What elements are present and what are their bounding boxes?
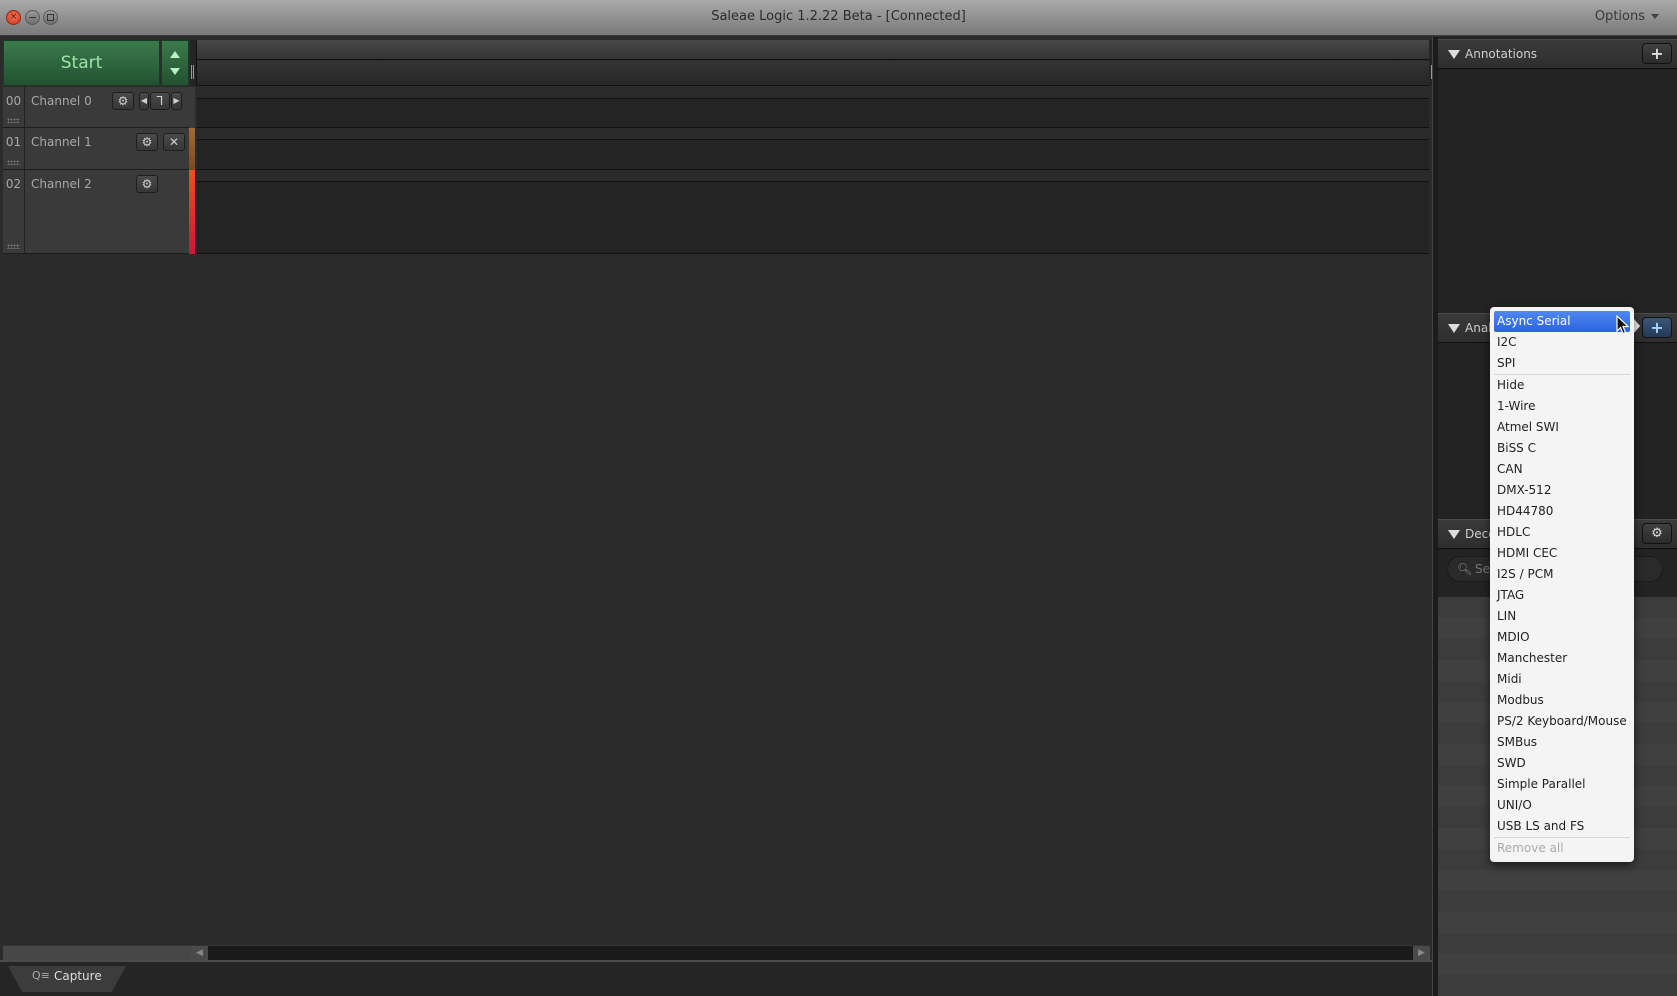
menu-pointer	[1634, 319, 1640, 333]
menu-item-hdmi-cec[interactable]: HDMI CEC	[1490, 543, 1634, 564]
scrollbar-spacer	[3, 946, 191, 961]
menu-item-remove-all: Remove all	[1497, 841, 1564, 855]
next-edge-button[interactable]: ▶	[171, 92, 182, 110]
add-analyzer-button[interactable]: +	[1642, 317, 1672, 338]
arrow-up-icon	[170, 51, 180, 58]
channel-number: 02	[3, 170, 25, 253]
menu-item-jtag[interactable]: JTAG	[1490, 585, 1634, 606]
triangle-left-icon: ◀	[196, 948, 203, 958]
analyzer-dropdown-menu: Async Serial I2C SPI Hide 1-Wire Atmel SWI…	[1490, 307, 1634, 862]
lane-header	[197, 87, 1429, 99]
remove-channel-button[interactable]: ✕	[163, 133, 185, 151]
channel-name[interactable]: Channel 1	[31, 135, 92, 149]
drag-handle-icon[interactable]	[7, 160, 20, 165]
add-annotation-button[interactable]: +	[1642, 43, 1672, 64]
collapse-triangle-icon[interactable]	[1448, 50, 1460, 59]
collapse-triangle-icon[interactable]	[1448, 324, 1460, 333]
plus-icon: +	[1650, 44, 1664, 63]
plus-icon: +	[1650, 318, 1664, 337]
menu-item-simple-parallel[interactable]: Simple Parallel	[1490, 774, 1634, 795]
arrow-down-icon	[170, 68, 180, 75]
menu-item-atmel-swi[interactable]: Atmel SWI	[1490, 417, 1634, 438]
lane-header	[197, 170, 1429, 182]
start-capture-button[interactable]: Start	[3, 40, 160, 86]
prev-edge-button[interactable]: ◀	[139, 92, 149, 110]
annotations-header[interactable]: Annotations +	[1438, 39, 1677, 69]
trigger-edge-button[interactable]: Ꞁ	[150, 92, 170, 110]
window-title: Saleae Logic 1.2.22 Beta - [Connected]	[711, 9, 966, 24]
menu-item-async-serial[interactable]: Async Serial	[1494, 311, 1630, 332]
capture-search-icon: Q≡	[32, 969, 50, 982]
menu-item-hide[interactable]: Hide	[1490, 375, 1634, 396]
menu-item-1-wire[interactable]: 1-Wire	[1490, 396, 1634, 417]
menu-item-hd44780[interactable]: HD44780	[1490, 501, 1634, 522]
splitter-grip-icon[interactable]	[191, 65, 194, 79]
menu-item-can[interactable]: CAN	[1490, 459, 1634, 480]
channel-settings-button[interactable]: ⚙	[136, 133, 158, 151]
menu-item-i2s-pcm[interactable]: I2S / PCM	[1490, 564, 1634, 585]
channel-row: 00 Channel 0 ⚙ ◀ Ꞁ ▶	[3, 87, 189, 128]
menu-item-dmx-512[interactable]: DMX-512	[1490, 480, 1634, 501]
decoded-settings-button[interactable]: ⚙	[1642, 523, 1672, 544]
annotations-title: Annotations	[1465, 47, 1538, 61]
options-menu-button[interactable]: Options	[1595, 9, 1659, 24]
mouse-cursor-icon	[1616, 315, 1630, 335]
channel-settings-button[interactable]: ⚙	[112, 92, 134, 110]
gear-icon: ⚙	[141, 135, 153, 149]
drag-handle-icon[interactable]	[7, 244, 20, 249]
menu-item-hdlc[interactable]: HDLC	[1490, 522, 1634, 543]
channel-color-strip	[189, 128, 195, 170]
ruler-gutter	[190, 40, 197, 86]
collapse-triangle-icon[interactable]	[1448, 530, 1460, 539]
bottom-tab-bar: Q≡ Capture	[0, 960, 1436, 996]
channel-waveform-lane[interactable]	[197, 87, 1429, 128]
main-area: Start 00 Channel 0 ⚙ ◀ Ꞁ ▶ 01 Channel 1 …	[0, 37, 1436, 996]
menu-item-modbus[interactable]: Modbus	[1490, 690, 1634, 711]
drag-handle-icon[interactable]	[7, 118, 20, 123]
channel-name[interactable]: Channel 0	[31, 94, 92, 108]
menu-item-manchester[interactable]: Manchester	[1490, 648, 1634, 669]
menu-item-lin[interactable]: LIN	[1490, 606, 1634, 627]
title-bar: × Saleae Logic 1.2.22 Beta - [Connected]…	[0, 0, 1677, 36]
scroll-right-button[interactable]: ▶	[1413, 946, 1430, 961]
channel-color-strip	[189, 87, 195, 128]
search-icon: 🔍︎	[1457, 562, 1473, 576]
timeline-ruler-top[interactable]	[197, 40, 1429, 60]
menu-item-smbus[interactable]: SMBus	[1490, 732, 1634, 753]
chevron-down-icon	[1651, 14, 1659, 19]
menu-item-uni-o[interactable]: UNI/O	[1490, 795, 1634, 816]
horizontal-scrollbar[interactable]: ◀ ▶	[3, 945, 1430, 961]
triangle-left-icon: ◀	[140, 96, 148, 105]
tab-capture-label: Capture	[54, 969, 102, 983]
channel-row: 02 Channel 2 ⚙	[3, 170, 189, 254]
menu-item-spi[interactable]: SPI	[1490, 353, 1634, 374]
menu-item-usb-ls-and-fs[interactable]: USB LS and FS	[1490, 816, 1634, 837]
triangle-right-icon: ▶	[1418, 948, 1425, 958]
trigger-edge-icon: Ꞁ	[156, 94, 164, 108]
gear-icon: ⚙	[1651, 526, 1663, 541]
channel-row: 01 Channel 1 ⚙ ✕	[3, 128, 189, 170]
menu-item-ps-2-keyboard-mouse[interactable]: PS/2 Keyboard/Mouse	[1490, 711, 1634, 732]
triangle-right-icon: ▶	[173, 96, 180, 105]
channel-name[interactable]: Channel 2	[31, 177, 92, 191]
scroll-left-button[interactable]: ◀	[191, 946, 208, 961]
menu-item-i2c[interactable]: I2C	[1490, 332, 1634, 353]
close-icon: ✕	[168, 135, 180, 149]
menu-item-swd[interactable]: SWD	[1490, 753, 1634, 774]
menu-item-biss-c[interactable]: BiSS C	[1490, 438, 1634, 459]
capture-options-button[interactable]	[161, 40, 189, 86]
channel-waveform-lane[interactable]	[197, 170, 1429, 254]
options-label: Options	[1594, 9, 1645, 24]
channel-waveform-lane[interactable]	[197, 128, 1429, 170]
lane-header	[197, 128, 1429, 140]
gear-icon: ⚙	[117, 94, 129, 108]
gear-icon: ⚙	[141, 177, 153, 191]
timeline-ruler-bottom[interactable]	[197, 61, 1429, 86]
channel-color-strip	[189, 170, 195, 254]
menu-item-midi[interactable]: Midi	[1490, 669, 1634, 690]
channel-settings-button[interactable]: ⚙	[136, 175, 158, 193]
menu-item-mdio[interactable]: MDIO	[1490, 627, 1634, 648]
